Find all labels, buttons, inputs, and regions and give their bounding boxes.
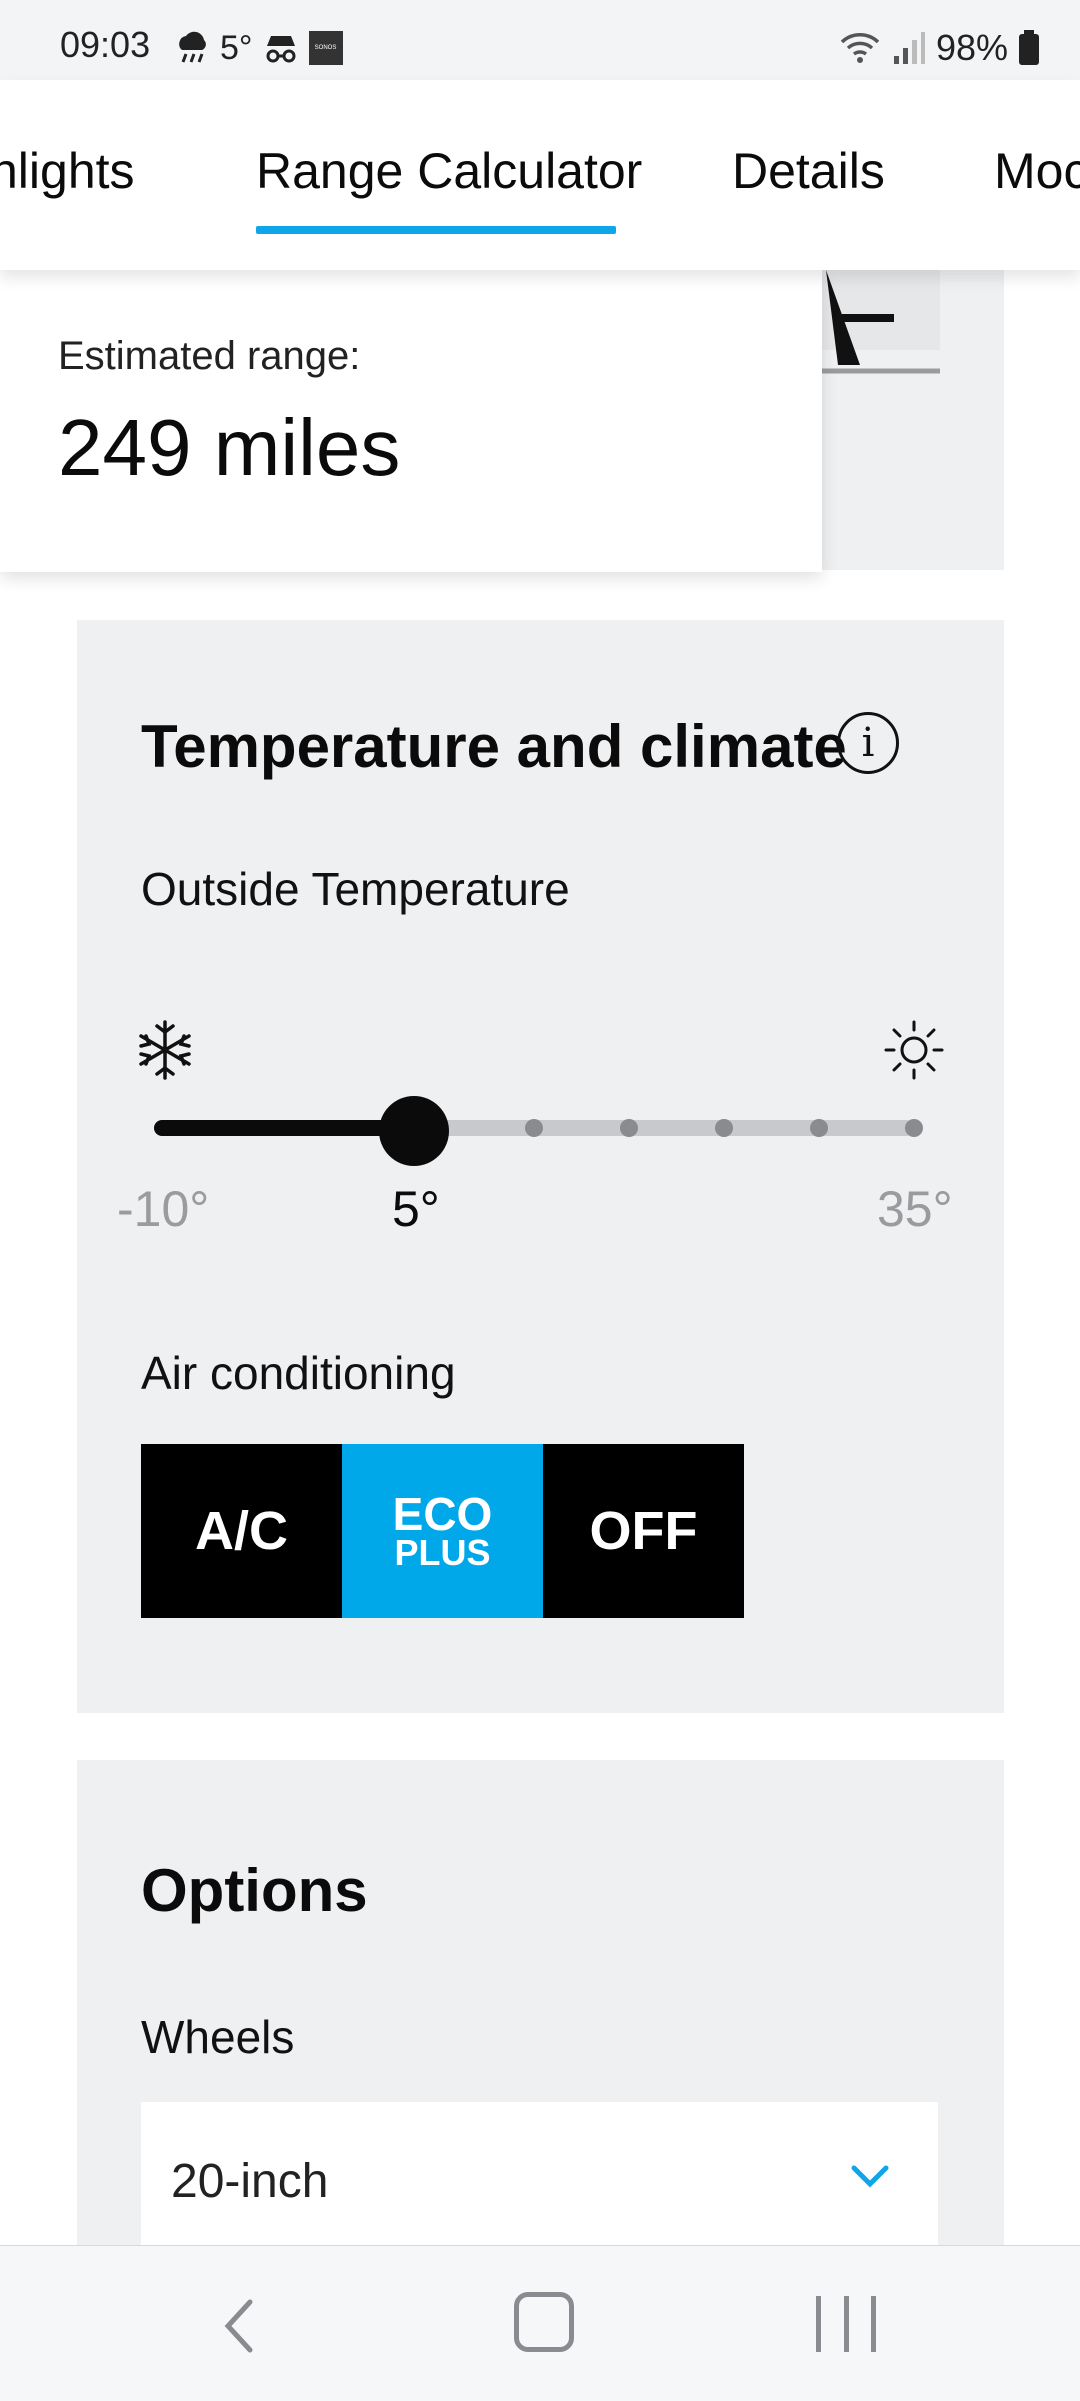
- slider-current-label: 5°: [392, 1181, 440, 1237]
- off-button[interactable]: OFF: [543, 1444, 744, 1618]
- active-tab-indicator: [256, 226, 616, 234]
- temperature-section-title: Temperature and climate: [141, 713, 847, 780]
- tab-details[interactable]: Details: [732, 142, 885, 200]
- wheels-select-value: 20-inch: [171, 2155, 329, 2208]
- slider-step-dot[interactable]: [715, 1119, 733, 1137]
- eco-label: ECO: [392, 1488, 493, 1540]
- air-conditioning-label: Air conditioning: [141, 1347, 456, 1399]
- ac-button-label: A/C: [195, 1501, 288, 1561]
- battery-percent: 98%: [935, 27, 1008, 68]
- status-left-icons: 5° SONOS: [172, 24, 343, 72]
- system-nav-bar: [0, 2245, 1080, 2401]
- tab-highlights[interactable]: hlights: [0, 142, 135, 200]
- chevron-down-icon: [851, 2165, 889, 2188]
- status-time: 09:03: [60, 24, 151, 65]
- back-icon[interactable]: [218, 2296, 258, 2356]
- car-illustration: [820, 270, 940, 374]
- wifi-icon: [840, 33, 880, 63]
- tab-range-calculator[interactable]: Range Calculator: [256, 142, 642, 200]
- off-button-label: OFF: [589, 1501, 698, 1561]
- slider-step-dot[interactable]: [525, 1119, 543, 1137]
- outside-temperature-label: Outside Temperature: [141, 863, 570, 915]
- estimated-range-card: Estimated range: 249 miles: [0, 270, 822, 572]
- slider-step-dot[interactable]: [905, 1119, 923, 1137]
- rain-cloud-icon: [179, 31, 206, 63]
- sun-icon: [884, 1020, 944, 1080]
- incognito-icon: [266, 36, 296, 63]
- info-icon[interactable]: i: [837, 712, 899, 774]
- estimated-range-value: 249 miles: [58, 403, 401, 492]
- slider-fill: [154, 1120, 414, 1136]
- signal-icon: [893, 32, 925, 64]
- tab-bar: hlights Range Calculator Details Moc: [0, 80, 1080, 270]
- home-icon[interactable]: [514, 2292, 574, 2352]
- slider-max-label: 35°: [877, 1181, 953, 1237]
- wheels-select[interactable]: 20-inch: [141, 2102, 938, 2252]
- ac-button[interactable]: A/C: [141, 1444, 342, 1618]
- slider-thumb[interactable]: [379, 1096, 449, 1166]
- slider-step-dot[interactable]: [810, 1119, 828, 1137]
- options-section-title: Options: [141, 1857, 368, 1924]
- status-weather-temp: 5°: [220, 28, 253, 67]
- battery-icon: [1019, 30, 1039, 65]
- slider-step-dot[interactable]: [620, 1119, 638, 1137]
- snowflake-icon: [139, 1020, 191, 1080]
- tab-models[interactable]: Moc: [994, 142, 1080, 200]
- estimated-range-label: Estimated range:: [58, 334, 361, 378]
- temperature-climate-panel: Temperature and climate i Outside Temper…: [77, 620, 1004, 1713]
- sonos-icon: SONOS: [308, 31, 343, 65]
- plus-label: PLUS: [394, 1532, 491, 1573]
- wheels-label: Wheels: [141, 2011, 295, 2063]
- recents-icon[interactable]: [816, 2296, 876, 2356]
- status-right: 98%: [838, 24, 1040, 72]
- eco-plus-button[interactable]: ECO PLUS: [342, 1444, 543, 1618]
- air-conditioning-toggle: A/C ECO PLUS OFF: [141, 1444, 744, 1618]
- slider-min-label: -10°: [117, 1181, 210, 1237]
